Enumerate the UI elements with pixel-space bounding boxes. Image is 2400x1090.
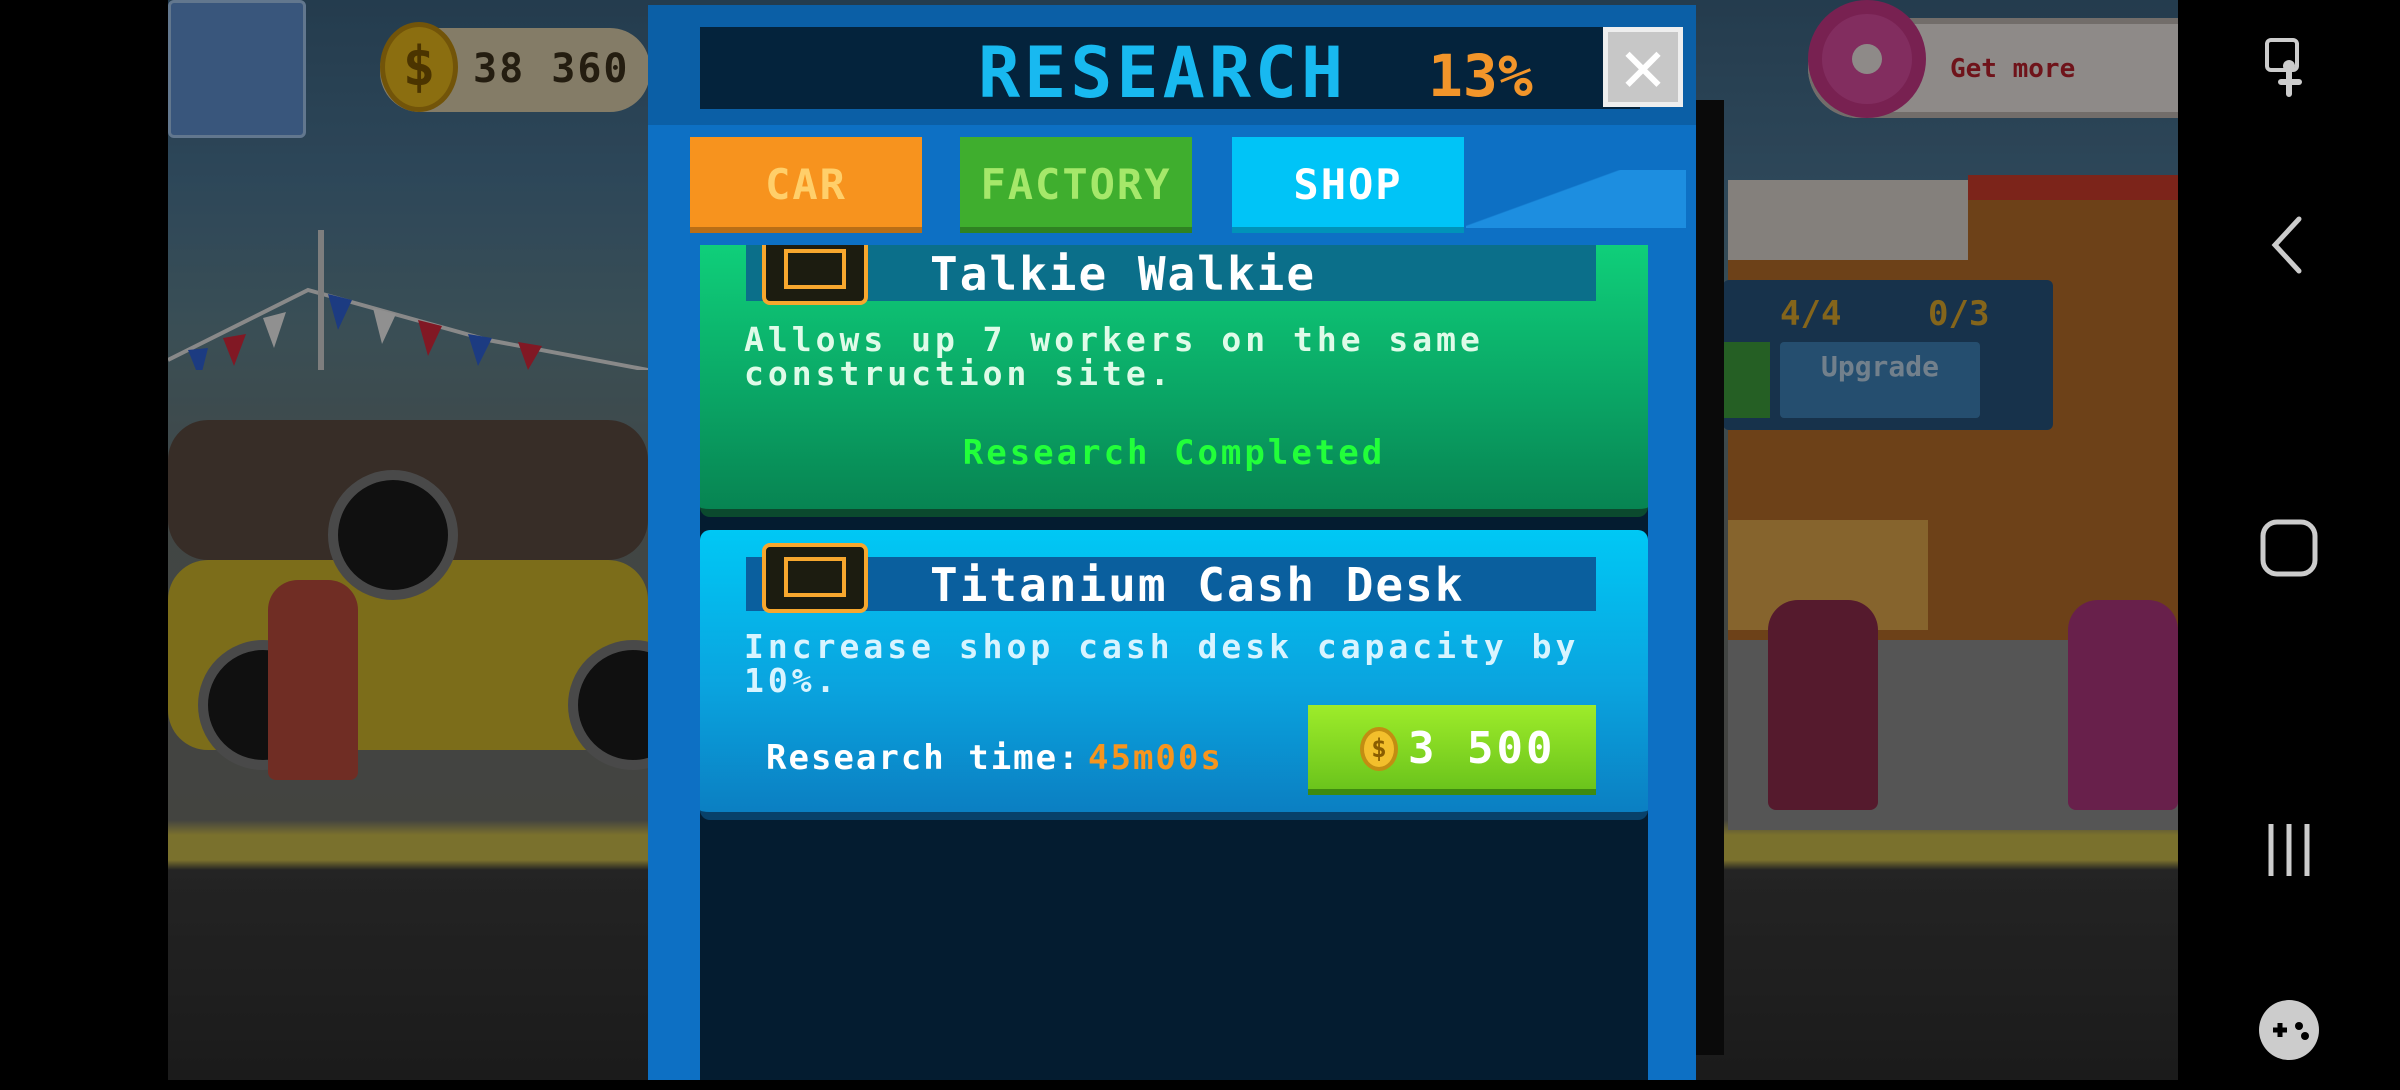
tab-car[interactable]: CAR: [690, 137, 922, 233]
buy-research-button[interactable]: $ 3 500: [1308, 705, 1596, 795]
card-description: Allows up 7 workers on the same construc…: [744, 320, 1484, 393]
android-nav-bar: [2178, 0, 2400, 1080]
coin-icon: $: [1360, 727, 1398, 771]
accessibility-touch-icon: [2265, 38, 2302, 97]
research-percent: 13%: [1428, 42, 1533, 110]
research-price: 3 500: [1408, 723, 1556, 774]
research-time-label: Research time:: [766, 738, 1081, 778]
tab-bar-decoration: [1466, 170, 1686, 228]
research-list[interactable]: Talkie Walkie Allows up 7 workers on the…: [700, 245, 1648, 1080]
research-card-talkie-walkie: Talkie Walkie Allows up 7 workers on the…: [700, 245, 1648, 517]
back-icon: [2271, 216, 2302, 274]
research-dialog: RESEARCH 13% ✕ CAR FACTORY SHOP Talkie W…: [648, 5, 1696, 1080]
card-title: Talkie Walkie: [930, 247, 1317, 301]
walkie-talkie-icon: [762, 245, 868, 305]
accessibility-touch-button[interactable]: [2178, 8, 2400, 128]
home-icon: [2260, 519, 2318, 577]
dialog-shadow: [1696, 100, 1724, 1055]
research-status: Research Completed: [962, 433, 1386, 473]
cash-desk-icon: [762, 543, 868, 613]
close-button[interactable]: ✕: [1603, 27, 1683, 107]
recents-icon: [2268, 824, 2310, 876]
card-title: Titanium Cash Desk: [930, 558, 1465, 612]
tab-factory[interactable]: FACTORY: [960, 137, 1192, 233]
home-button[interactable]: [2178, 488, 2400, 608]
game-launcher-icon: [2259, 1000, 2319, 1060]
research-card-titanium-cash-desk: Titanium Cash Desk Increase shop cash de…: [700, 530, 1648, 820]
recents-button[interactable]: [2178, 790, 2400, 910]
tab-shop[interactable]: SHOP: [1232, 137, 1464, 233]
card-description: Increase shop cash desk capacity by 10%.: [744, 627, 1580, 700]
research-time-value: 45m00s: [1088, 738, 1223, 778]
game-launcher-button[interactable]: [2178, 970, 2400, 1090]
dialog-title: RESEARCH: [978, 32, 1348, 114]
back-button[interactable]: [2178, 185, 2400, 305]
